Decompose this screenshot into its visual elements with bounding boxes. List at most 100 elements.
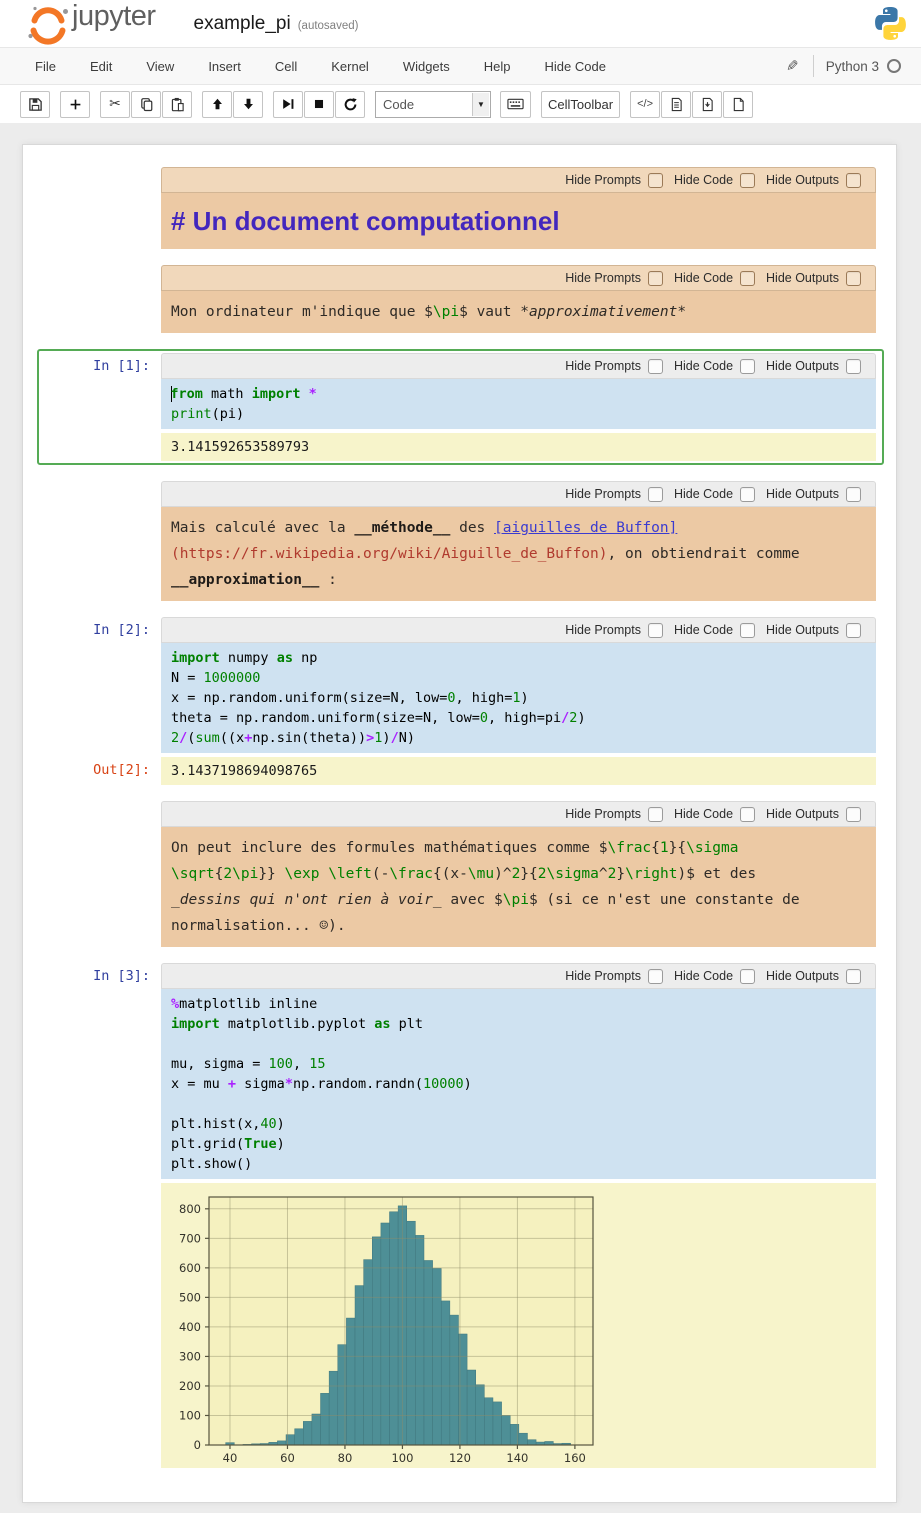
menu-bar: FileEditViewInsertCellKernelWidgetsHelpH… <box>0 47 921 85</box>
svg-text:160: 160 <box>564 1451 586 1465</box>
scissors-icon: ✂ <box>109 96 121 112</box>
hide-prompts-checkbox[interactable] <box>648 173 663 188</box>
prompt-column: In [2]: <box>23 617 161 753</box>
hide-outputs-checkbox[interactable] <box>846 271 861 286</box>
svg-text:140: 140 <box>506 1451 528 1465</box>
prompt-column <box>23 801 161 947</box>
paste-cells-button[interactable] <box>162 91 192 118</box>
hide-code-checkbox[interactable] <box>740 487 755 502</box>
hide-prompts-checkbox[interactable] <box>648 623 663 638</box>
code-editor[interactable]: from math import *print(pi) <box>161 379 876 429</box>
celltoolbar-button[interactable]: CellToolbar <box>541 91 620 118</box>
svg-text:700: 700 <box>179 1231 201 1245</box>
code-editor[interactable]: import numpy as npN = 1000000x = np.rand… <box>161 643 876 753</box>
cell-toolbar: Hide PromptsHide CodeHide Outputs <box>161 353 876 379</box>
hide-outputs-checkbox[interactable] <box>846 173 861 188</box>
menu-item-widgets[interactable]: Widgets <box>386 59 467 74</box>
menu-item-edit[interactable]: Edit <box>73 59 129 74</box>
hide-code-checkbox[interactable] <box>740 271 755 286</box>
menu-item-insert[interactable]: Insert <box>191 59 258 74</box>
markdown-source[interactable]: Mais calculé avec la __méthode__ des [ai… <box>161 507 876 601</box>
hide-outputs-label: Hide Outputs <box>766 623 839 637</box>
stop-icon <box>312 97 326 111</box>
menu-item-cell[interactable]: Cell <box>258 59 314 74</box>
markdown-source[interactable]: Mon ordinateur m'indique que $\pi$ vaut … <box>161 291 876 333</box>
cell-md-formules[interactable]: Hide PromptsHide CodeHide OutputsOn peut… <box>23 801 876 947</box>
autosave-status: (autosaved) <box>298 20 359 32</box>
svg-text:300: 300 <box>179 1349 201 1363</box>
save-button[interactable] <box>20 91 50 118</box>
markdown-source[interactable]: On peut inclure des formules mathématiqu… <box>161 827 876 947</box>
cell-toolbar: Hide PromptsHide CodeHide Outputs <box>161 963 876 989</box>
hide-code-checkbox[interactable] <box>740 359 755 374</box>
hide-outputs-checkbox[interactable] <box>846 969 861 984</box>
paste-icon <box>170 97 185 112</box>
menu-item-hide-code[interactable]: Hide Code <box>528 59 623 74</box>
insert-cell-button[interactable] <box>60 91 90 118</box>
hide-prompts-label: Hide Prompts <box>565 969 641 983</box>
markdown-source[interactable]: # Un document computationnel <box>161 193 876 249</box>
cell-input-row: Hide PromptsHide CodeHide OutputsMon ord… <box>23 265 876 333</box>
menu-item-kernel[interactable]: Kernel <box>314 59 386 74</box>
prompt-column <box>23 481 161 601</box>
hide-outputs-label: Hide Outputs <box>766 807 839 821</box>
hide-prompts-checkbox[interactable] <box>648 359 663 374</box>
jupyter-logo[interactable]: jupyter <box>26 0 156 47</box>
interrupt-kernel-button[interactable] <box>304 91 334 118</box>
celltoolbar-label: CellToolbar <box>548 97 613 112</box>
hide-prompts-checkbox[interactable] <box>648 271 663 286</box>
chevron-down-icon: ▼ <box>472 93 489 116</box>
output-area: 0100200300400500600700800406080100120140… <box>161 1183 876 1468</box>
cell-md-intro[interactable]: Hide PromptsHide CodeHide OutputsMon ord… <box>23 265 876 333</box>
run-cell-button[interactable] <box>273 91 303 118</box>
menu-item-help[interactable]: Help <box>467 59 528 74</box>
hide-code-checkbox[interactable] <box>740 173 755 188</box>
cell-input-row: In [3]:Hide PromptsHide CodeHide Outputs… <box>23 963 876 1179</box>
move-cell-down-button[interactable] <box>233 91 263 118</box>
cut-cells-button[interactable]: ✂ <box>100 91 130 118</box>
cell-main: Hide PromptsHide CodeHide Outputsfrom ma… <box>161 353 876 429</box>
divider <box>813 55 814 77</box>
hide-outputs-checkbox[interactable] <box>846 487 861 502</box>
cell-code-2[interactable]: In [2]:Hide PromptsHide CodeHide Outputs… <box>23 617 876 785</box>
hide-outputs-label: Hide Outputs <box>766 487 839 501</box>
cell-type-select[interactable]: Code ▼ <box>375 91 491 118</box>
hide-prompts-checkbox[interactable] <box>648 807 663 822</box>
code-prettify-button[interactable]: </> <box>630 91 660 118</box>
cell-output-row: Out[2]:3.1437198694098765 <box>23 757 876 785</box>
hide-outputs-checkbox[interactable] <box>846 623 861 638</box>
cell-output-row: 0100200300400500600700800406080100120140… <box>23 1183 876 1468</box>
copy-icon <box>139 97 154 112</box>
export-pdf-button[interactable] <box>692 91 722 118</box>
prompt-column <box>23 265 161 333</box>
input-prompt: In [2]: <box>23 617 150 638</box>
hide-prompts-label: Hide Prompts <box>565 487 641 501</box>
cell-md-title[interactable]: Hide PromptsHide CodeHide Outputs# Un do… <box>23 167 876 249</box>
notebook-background: Hide PromptsHide CodeHide Outputs # Un do… <box>0 124 921 1513</box>
cell-md-buffon[interactable]: Hide PromptsHide CodeHide OutputsMais ca… <box>23 481 876 601</box>
hide-code-checkbox[interactable] <box>740 623 755 638</box>
restart-icon <box>343 97 358 112</box>
hide-code-checkbox[interactable] <box>740 807 755 822</box>
hide-outputs-checkbox[interactable] <box>846 807 861 822</box>
hide-code-checkbox[interactable] <box>740 969 755 984</box>
restart-kernel-button[interactable] <box>335 91 365 118</box>
cell-code-1[interactable]: In [1]:Hide PromptsHide CodeHide Outputs… <box>37 349 884 465</box>
code-editor[interactable]: %matplotlib inlineimport matplotlib.pypl… <box>161 989 876 1179</box>
menu-item-view[interactable]: View <box>129 59 191 74</box>
menu-item-file[interactable]: File <box>20 59 73 74</box>
copy-cells-button[interactable] <box>131 91 161 118</box>
cell-code-3[interactable]: In [3]:Hide PromptsHide CodeHide Outputs… <box>23 963 876 1468</box>
notebook-title[interactable]: example_pi <box>194 13 291 35</box>
new-page-button[interactable] <box>723 91 753 118</box>
hide-outputs-label: Hide Outputs <box>766 271 839 285</box>
move-cell-up-button[interactable] <box>202 91 232 118</box>
prompt-column <box>39 433 161 461</box>
export-document-button[interactable] <box>661 91 691 118</box>
hide-outputs-checkbox[interactable] <box>846 359 861 374</box>
hide-prompts-checkbox[interactable] <box>648 487 663 502</box>
cell-input-row: In [2]:Hide PromptsHide CodeHide Outputs… <box>23 617 876 753</box>
command-palette-button[interactable] <box>500 91 531 118</box>
hide-prompts-checkbox[interactable] <box>648 969 663 984</box>
cell-main: Hide PromptsHide CodeHide OutputsOn peut… <box>161 801 876 947</box>
